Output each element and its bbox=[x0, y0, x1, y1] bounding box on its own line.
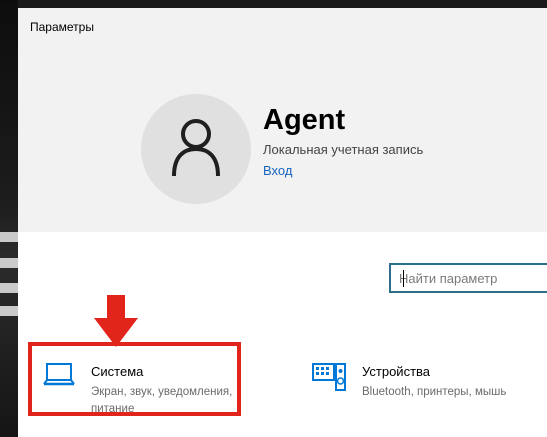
category-description: Экран, звук, уведомления, питание bbox=[91, 386, 233, 415]
search-input[interactable] bbox=[399, 266, 547, 290]
search-box[interactable] bbox=[389, 263, 547, 293]
category-system[interactable]: Система Экран, звук, уведомления, питани… bbox=[28, 342, 241, 416]
sign-in-link[interactable]: Вход bbox=[263, 163, 292, 178]
user-icon bbox=[172, 119, 220, 177]
account-header: Параметры Agent Локальная учетная запись… bbox=[18, 8, 547, 232]
category-devices[interactable]: Устройства Bluetooth, принтеры, мышь bbox=[308, 354, 547, 414]
desktop-stripe bbox=[0, 283, 18, 293]
category-title: Система bbox=[91, 364, 144, 379]
avatar[interactable] bbox=[141, 94, 251, 204]
keyboard-speaker-icon bbox=[312, 363, 346, 391]
text-caret bbox=[403, 270, 404, 287]
category-title: Устройства bbox=[362, 364, 431, 379]
desktop-stripe bbox=[0, 258, 18, 268]
window-title: Параметры bbox=[30, 20, 94, 34]
desktop-stripe bbox=[0, 232, 18, 242]
settings-window: Параметры Agent Локальная учетная запись… bbox=[18, 8, 547, 437]
account-name: Agent bbox=[263, 104, 346, 136]
account-type: Локальная учетная запись bbox=[263, 142, 424, 157]
laptop-icon bbox=[43, 363, 75, 386]
desktop-stripe bbox=[0, 306, 18, 316]
category-description: Bluetooth, принтеры, мышь bbox=[362, 386, 507, 398]
desktop-background bbox=[0, 0, 18, 437]
red-arrow-down-icon bbox=[94, 295, 138, 347]
